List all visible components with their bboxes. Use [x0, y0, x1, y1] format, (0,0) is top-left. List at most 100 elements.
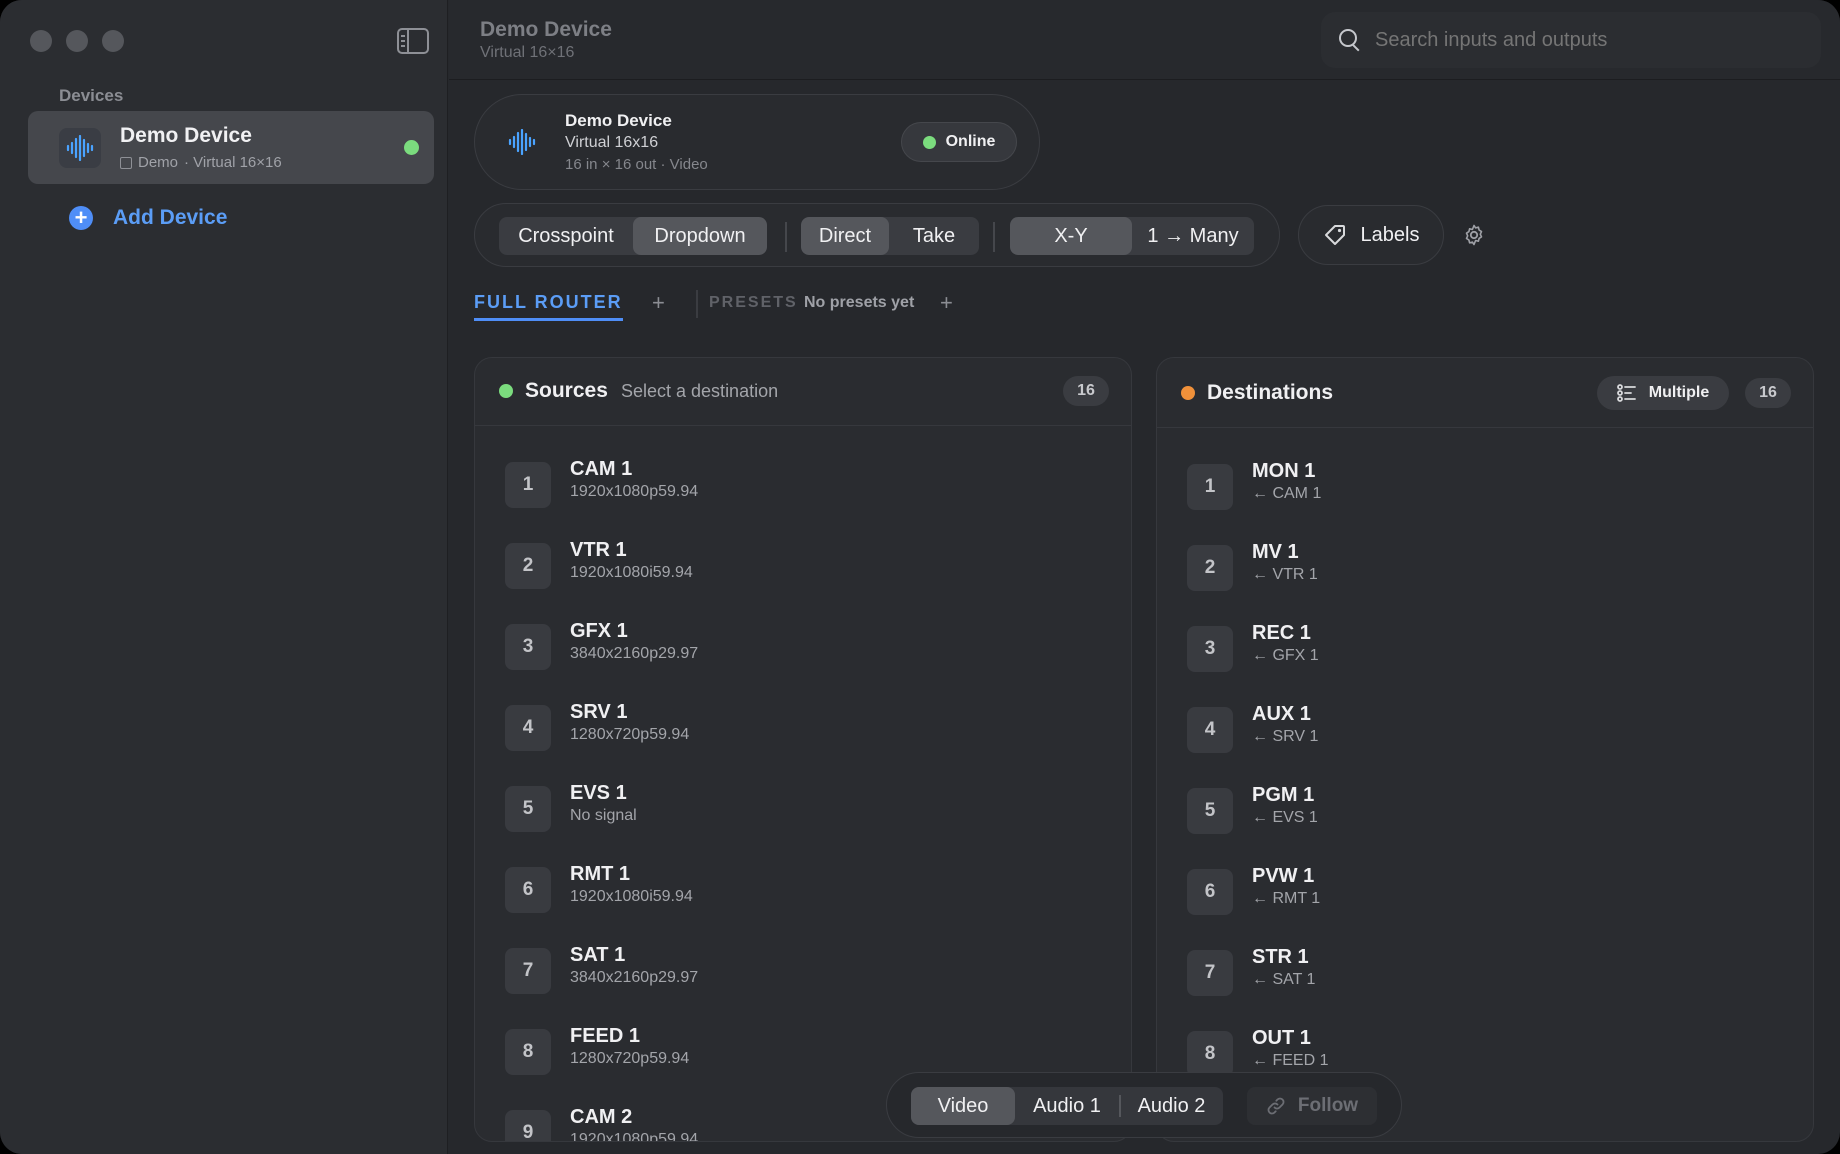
- row-number: 2: [1187, 545, 1233, 591]
- device-card-name: Demo Device: [565, 111, 672, 130]
- toolbar-divider: [785, 222, 787, 252]
- row-number: 8: [505, 1029, 551, 1075]
- row-name: EVS 1: [570, 782, 627, 804]
- xy-button[interactable]: X-Y: [1010, 217, 1132, 255]
- dropdown-button[interactable]: Dropdown: [633, 217, 767, 255]
- destinations-dot: [1181, 386, 1195, 400]
- waveform-icon: [507, 128, 537, 160]
- take-button[interactable]: Take: [889, 217, 979, 255]
- one-to-many-button[interactable]: 1 → Many: [1132, 217, 1254, 255]
- sidebar-item-demo-device[interactable]: Demo Device Demo · Virtual 16×16: [28, 111, 434, 184]
- sidebar: Devices Demo Device Demo · Virtual 16×16: [0, 0, 448, 1154]
- row-detail: No signal: [570, 807, 637, 824]
- minimize-window-button[interactable]: [66, 30, 88, 52]
- row-detail: ← EVS 1: [1252, 809, 1318, 826]
- presets-empty: No presets yet: [804, 294, 915, 311]
- row-name: AUX 1: [1252, 703, 1311, 725]
- row-name: CAM 2: [570, 1106, 633, 1128]
- row-detail: ← VTR 1: [1252, 566, 1318, 583]
- level-video-button[interactable]: Video: [911, 1087, 1015, 1125]
- status-badge: Online: [901, 122, 1017, 162]
- add-device-button[interactable]: + Add Device: [69, 206, 227, 230]
- app-window: Devices Demo Device Demo · Virtual 16×16: [0, 0, 1840, 1154]
- row-number: 2: [505, 543, 551, 589]
- zoom-window-button[interactable]: [102, 30, 124, 52]
- sources-title: Sources: [525, 379, 608, 402]
- multi-select-icon: [1616, 384, 1636, 402]
- row-number: 5: [1187, 788, 1233, 834]
- row-number: 3: [1187, 626, 1233, 672]
- labels-label: Labels: [1360, 223, 1420, 246]
- row-name: STR 1: [1252, 946, 1309, 968]
- labels-button[interactable]: Labels: [1298, 205, 1444, 265]
- router-toolbar: Crosspoint Dropdown Direct Take X-Y 1 → …: [474, 203, 1280, 267]
- sidebar-toggle-icon[interactable]: [397, 28, 429, 54]
- multiple-button[interactable]: Multiple: [1597, 376, 1729, 410]
- row-number: 5: [505, 786, 551, 832]
- device-card: Demo Device Virtual 16x16 16 in × 16 out…: [474, 94, 1040, 190]
- row-number: 8: [1187, 1031, 1233, 1077]
- destinations-title: Destinations: [1207, 381, 1334, 404]
- sidebar-heading: Devices: [59, 86, 124, 105]
- row-number: 1: [1187, 464, 1233, 510]
- take-mode-segmented: Direct Take: [801, 217, 979, 255]
- row-detail: ← RMT 1: [1252, 890, 1321, 907]
- tag-icon: [1324, 225, 1345, 245]
- sources-count: 16: [1063, 376, 1109, 406]
- row-name: FEED 1: [570, 1025, 641, 1047]
- add-tab-icon[interactable]: +: [652, 290, 665, 316]
- waveform-icon: [59, 128, 101, 168]
- row-detail: ← GFX 1: [1252, 647, 1319, 664]
- sources-header: Sources Select a destination 16: [475, 358, 1131, 426]
- multiple-label: Multiple: [1648, 384, 1710, 401]
- close-window-button[interactable]: [30, 30, 52, 52]
- plus-circle-icon: +: [69, 206, 93, 230]
- online-dot: [922, 135, 936, 149]
- header: Demo Device Virtual 16×16: [449, 0, 1840, 80]
- device-status-dot: [404, 140, 419, 155]
- sources-hint: Select a destination: [621, 381, 779, 401]
- level-audio1-button[interactable]: Audio 1: [1015, 1087, 1119, 1125]
- device-card-type: Virtual 16x16: [565, 134, 659, 151]
- sources-dot: [499, 384, 513, 398]
- page-subtitle: Virtual 16×16: [480, 44, 575, 61]
- row-name: MON 1: [1252, 460, 1316, 482]
- destinations-count: 16: [1745, 378, 1791, 408]
- route-mode-segmented: X-Y 1 → Many: [1010, 217, 1254, 255]
- destinations-header: Destinations Multiple 16: [1157, 358, 1813, 428]
- row-name: RMT 1: [570, 863, 630, 885]
- search-icon: [1339, 29, 1361, 51]
- row-detail: 3840x2160p29.97: [570, 969, 699, 986]
- row-name: PVW 1: [1252, 865, 1315, 887]
- level-segmented: Video Audio 1 Audio 2: [911, 1087, 1223, 1125]
- row-name: SRV 1: [570, 701, 628, 723]
- page-title: Demo Device: [480, 18, 612, 41]
- search-bar[interactable]: [1321, 12, 1821, 68]
- level-audio2-button[interactable]: Audio 2: [1121, 1087, 1223, 1125]
- row-detail: 3840x2160p29.97: [570, 645, 699, 662]
- follow-button[interactable]: Follow: [1247, 1087, 1377, 1125]
- crosspoint-button[interactable]: Crosspoint: [499, 217, 633, 255]
- row-number: 3: [505, 624, 551, 670]
- search-input[interactable]: [1375, 28, 1795, 52]
- add-preset-icon[interactable]: +: [940, 290, 953, 316]
- demo-tag-icon: [120, 156, 132, 169]
- status-label: Online: [945, 133, 996, 150]
- row-name: MV 1: [1252, 541, 1299, 563]
- presets-label: PRESETS: [709, 294, 798, 311]
- gear-icon[interactable]: [1462, 223, 1486, 247]
- add-device-label: Add Device: [113, 206, 228, 229]
- row-detail: ← SAT 1: [1252, 971, 1316, 988]
- row-number: 6: [505, 867, 551, 913]
- window-controls: [30, 30, 124, 52]
- device-tag: Demo: [138, 154, 179, 171]
- row-name: GFX 1: [570, 620, 628, 642]
- direct-button[interactable]: Direct: [801, 217, 889, 255]
- tab-full-router[interactable]: FULL ROUTER: [474, 292, 623, 321]
- row-name: CAM 1: [570, 458, 633, 480]
- row-detail: 1920x1080i59.94: [570, 888, 693, 905]
- row-detail: ← SRV 1: [1252, 728, 1319, 745]
- link-icon: [1267, 1097, 1285, 1115]
- row-number: 4: [505, 705, 551, 751]
- row-detail: 1280x720p59.94: [570, 726, 690, 743]
